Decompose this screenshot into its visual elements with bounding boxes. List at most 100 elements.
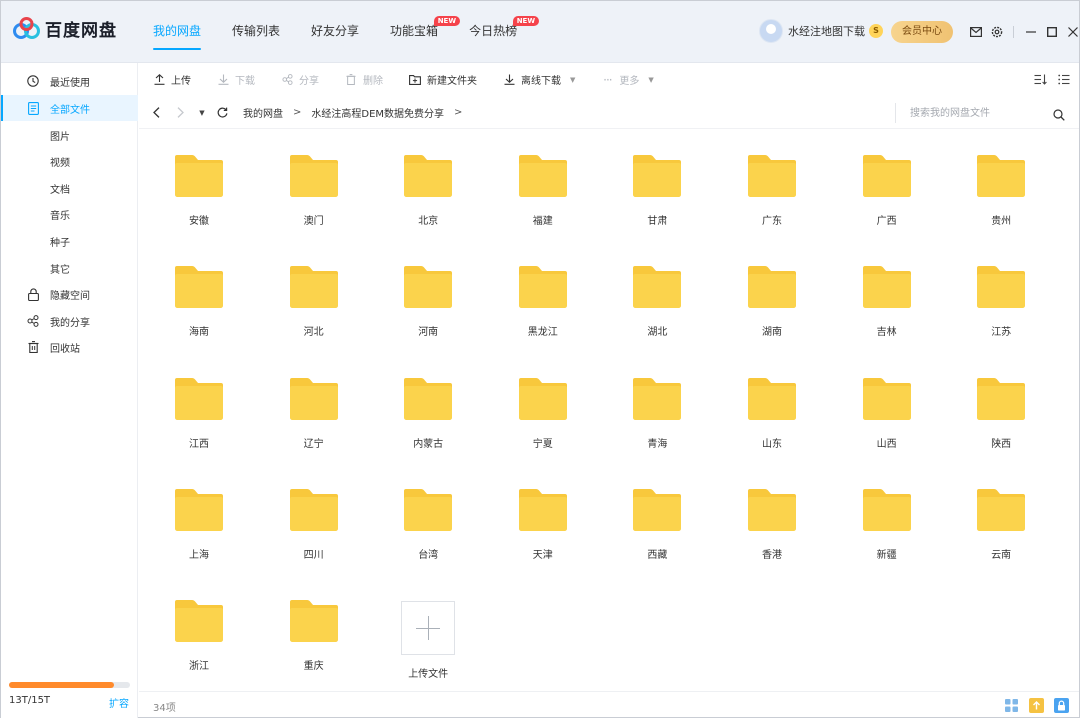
new-folder-button[interactable]: 新建文件夹 — [409, 70, 477, 90]
more-button[interactable]: ··· 更多 ▼ — [601, 70, 654, 90]
share-button[interactable]: 分享 — [281, 70, 319, 90]
tab-friend-share[interactable]: 好友分享 — [311, 1, 359, 63]
breadcrumb-item[interactable]: 我的网盘 — [243, 105, 283, 120]
folder-item[interactable]: 广西 — [837, 141, 937, 241]
folder-item[interactable]: 福建 — [493, 141, 593, 241]
sidebar-item-my-shares[interactable]: 我的分享 — [1, 308, 138, 334]
folder-name: 陕西 — [991, 438, 1012, 450]
user-profile[interactable]: 水经注地图下载 S — [759, 19, 883, 43]
grid-view-icon[interactable] — [1004, 698, 1019, 713]
folder-item[interactable]: 宁夏 — [493, 364, 593, 464]
upload-file-tile[interactable]: 上传文件 — [378, 586, 478, 686]
folder-item[interactable]: 新疆 — [837, 475, 937, 575]
tab-label: 我的网盘 — [153, 24, 202, 38]
username: 水经注地图下载 — [788, 25, 865, 38]
folder-item[interactable]: 广东 — [722, 141, 822, 241]
folder-name: 贵州 — [991, 216, 1012, 227]
sidebar-item-other[interactable]: 其它 — [1, 255, 138, 281]
folder-item[interactable]: 甘肃 — [607, 141, 707, 241]
folder-icon — [517, 154, 569, 198]
folder-name: 宁夏 — [532, 438, 553, 450]
folder-item[interactable]: 湖南 — [722, 252, 822, 352]
folder-item[interactable]: 湖北 — [607, 252, 707, 352]
folder-item[interactable]: 河南 — [378, 252, 478, 352]
folder-item[interactable]: 重庆 — [264, 586, 364, 686]
breadcrumb-separator[interactable]: > — [454, 107, 462, 118]
maximize-icon[interactable] — [1043, 23, 1061, 41]
folder-item[interactable]: 安徽 — [149, 141, 249, 241]
upload-tool-icon[interactable] — [1029, 698, 1044, 713]
sidebar-item-music[interactable]: 音乐 — [1, 201, 138, 227]
folder-item[interactable]: 吉林 — [837, 252, 937, 352]
folder-name: 西藏 — [647, 549, 668, 561]
folder-item[interactable]: 青海 — [607, 364, 707, 464]
folder-name: 云南 — [991, 549, 1012, 561]
folder-item[interactable]: 海南 — [149, 252, 249, 352]
folder-item[interactable]: 山西 — [837, 364, 937, 464]
sidebar-item-documents[interactable]: 文档 — [1, 175, 138, 201]
folder-item[interactable]: 西藏 — [607, 475, 707, 575]
folder-item[interactable]: 上海 — [149, 475, 249, 575]
chevron-down-icon[interactable]: ▼ — [570, 76, 575, 84]
sidebar-item-images[interactable]: 图片 — [1, 122, 138, 148]
folder-item[interactable]: 陕西 — [951, 364, 1051, 464]
folder-item[interactable]: 香港 — [722, 475, 822, 575]
list-view-icon[interactable] — [1057, 72, 1071, 86]
folder-icon — [288, 488, 340, 532]
sidebar-item-recycle-bin[interactable]: 回收站 — [1, 334, 138, 360]
lock-tool-icon[interactable] — [1054, 698, 1069, 713]
close-icon[interactable] — [1064, 23, 1080, 41]
folder-item[interactable]: 浙江 — [149, 586, 249, 686]
logo-text: 百度网盘 — [45, 21, 117, 41]
sort-icon[interactable] — [1033, 72, 1047, 86]
history-dropdown-icon[interactable]: ▼ — [195, 106, 209, 120]
delete-button[interactable]: 删除 — [345, 70, 383, 90]
member-center-button[interactable]: 会员中心 — [891, 21, 953, 43]
sidebar-item-hidden-space[interactable]: 隐藏空间 — [1, 281, 138, 307]
tab-my-disk[interactable]: 我的网盘 — [153, 1, 202, 63]
folder-item[interactable]: 台湾 — [378, 475, 478, 575]
download-button[interactable]: 下载 — [217, 70, 255, 90]
back-icon[interactable] — [149, 106, 163, 120]
expand-storage-link[interactable]: 扩容 — [109, 695, 129, 710]
sidebar-item-torrents[interactable]: 种子 — [1, 228, 138, 254]
folder-item[interactable]: 贵州 — [951, 141, 1051, 241]
folder-item[interactable]: 四川 — [264, 475, 364, 575]
forward-icon[interactable] — [173, 106, 187, 120]
breadcrumb-item[interactable]: 水经注高程DEM数据免费分享 — [311, 105, 444, 120]
folder-item[interactable]: 北京 — [378, 141, 478, 241]
search-input[interactable] — [910, 105, 1040, 121]
folder-item[interactable]: 辽宁 — [264, 364, 364, 464]
folder-item[interactable]: 江苏 — [951, 252, 1051, 352]
folder-item[interactable]: 江西 — [149, 364, 249, 464]
tab-label: 传输列表 — [232, 24, 281, 38]
tab-toolbox[interactable]: 功能宝箱 NEW — [390, 1, 461, 63]
tab-transfer-list[interactable]: 传输列表 — [232, 1, 280, 63]
upload-button[interactable]: 上传 — [153, 70, 191, 90]
search-icon[interactable] — [1053, 106, 1067, 121]
item-count: 34项 — [153, 703, 176, 714]
search-box — [895, 103, 1071, 123]
folder-item[interactable]: 河北 — [264, 252, 364, 352]
settings-icon[interactable] — [988, 23, 1006, 41]
folder-item[interactable]: 内蒙古 — [378, 364, 478, 464]
sidebar-item-label: 全部文件 — [50, 104, 90, 116]
tab-hot-list[interactable]: 今日热榜 NEW — [469, 1, 540, 63]
minimize-icon[interactable] — [1022, 23, 1040, 41]
storage-quota-text: 13T/15T — [9, 695, 51, 706]
app-logo[interactable]: 百度网盘 — [13, 16, 117, 41]
folder-item[interactable]: 黑龙江 — [493, 252, 593, 352]
folder-item[interactable]: 天津 — [493, 475, 593, 575]
sidebar-item-videos[interactable]: 视频 — [1, 148, 138, 174]
sidebar-item-recent[interactable]: 最近使用 — [1, 68, 138, 94]
folder-item[interactable]: 澳门 — [264, 141, 364, 241]
folder-icon — [861, 265, 913, 309]
mail-icon[interactable] — [967, 23, 985, 41]
folder-item[interactable]: 山东 — [722, 364, 822, 464]
folder-icon — [288, 154, 340, 198]
avatar[interactable] — [759, 19, 783, 43]
offline-download-button[interactable]: 离线下载 ▼ — [503, 70, 575, 90]
sidebar-item-all-files[interactable]: 全部文件 — [1, 95, 138, 121]
folder-item[interactable]: 云南 — [951, 475, 1051, 575]
refresh-icon[interactable] — [215, 106, 229, 120]
